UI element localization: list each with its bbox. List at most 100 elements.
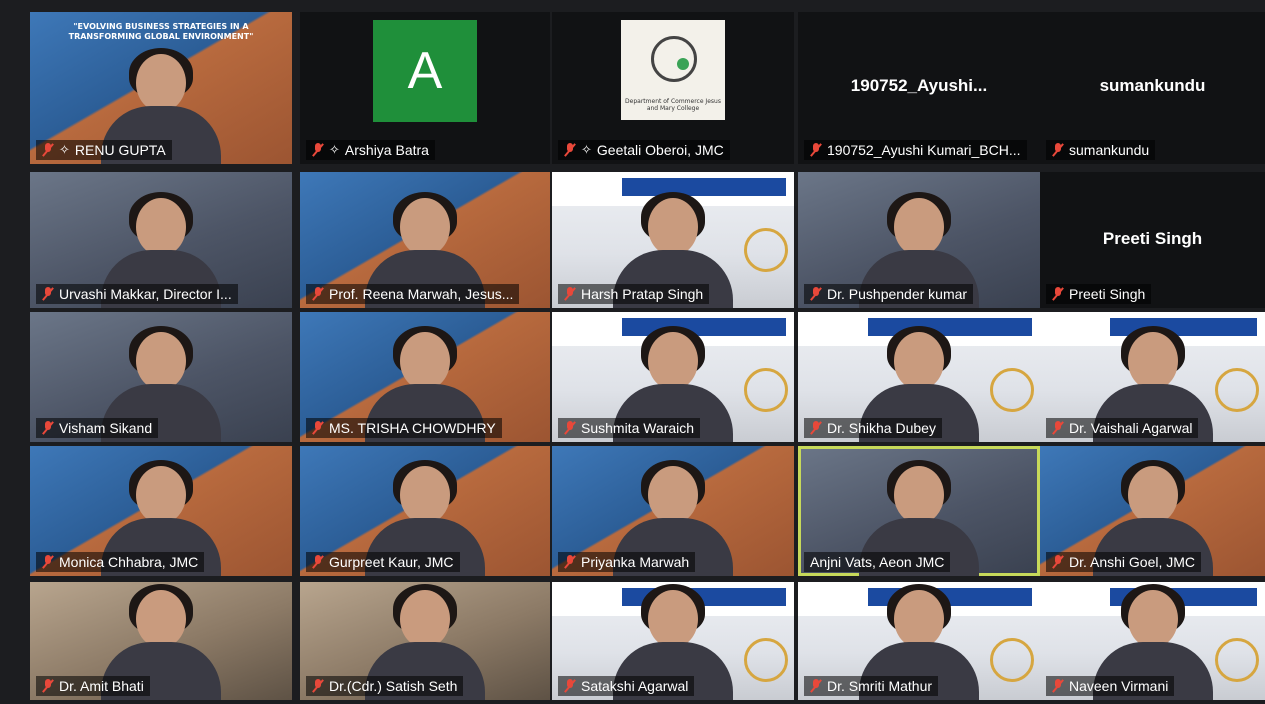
anniversary-badge (1215, 638, 1259, 682)
participant-tile[interactable]: Dr. Anshi Goel, JMC (1040, 446, 1265, 576)
participant-tile[interactable]: Sushmita Waraich (552, 312, 794, 442)
anniversary-badge (744, 368, 788, 412)
head-shape (400, 590, 450, 648)
participant-name-tag: 190752_Ayushi Kumari_BCH... (804, 140, 1027, 160)
zoom-gallery-view: "EVOLVING BUSINESS STRATEGIES IN A TRANSF… (0, 0, 1265, 704)
mic-muted-icon (312, 287, 324, 301)
head-shape (136, 466, 186, 524)
participant-name-tag: Dr.(Cdr.) Satish Seth (306, 676, 464, 696)
participant-name: Dr.(Cdr.) Satish Seth (329, 678, 458, 694)
pin-icon: ✧ (59, 142, 70, 157)
display-name: sumankundu (1099, 75, 1206, 95)
mic-muted-icon (810, 287, 822, 301)
head-shape (894, 466, 944, 524)
mic-muted-icon (312, 679, 324, 693)
anniversary-badge (744, 228, 788, 272)
participant-tile[interactable]: Dr. Vaishali Agarwal (1040, 312, 1265, 442)
mic-muted-icon (1052, 287, 1064, 301)
display-name: Preeti Singh (1102, 229, 1203, 249)
head-shape (136, 332, 186, 390)
participant-name: 190752_Ayushi Kumari_BCH... (827, 142, 1021, 158)
participant-tile[interactable]: Prof. Reena Marwah, Jesus... (300, 172, 550, 308)
participant-name: Satakshi Agarwal (581, 678, 689, 694)
participant-name-tag: Prof. Reena Marwah, Jesus... (306, 284, 520, 304)
participant-name-tag: sumankundu (1046, 140, 1156, 160)
participant-name: Monica Chhabra, JMC (59, 554, 199, 570)
participant-name: MS. TRISHA CHOWDHRY (329, 420, 496, 436)
mic-muted-icon (1052, 555, 1064, 569)
participant-name-tag: Dr. Anshi Goel, JMC (1046, 552, 1202, 572)
mic-muted-icon (312, 421, 324, 435)
participant-name: Dr. Vaishali Agarwal (1069, 420, 1193, 436)
head-shape (648, 332, 698, 390)
mic-muted-icon (564, 679, 576, 693)
participant-name-tag: ✧ Arshiya Batra (306, 140, 435, 160)
participant-tile[interactable]: Naveen Virmani (1040, 582, 1265, 700)
participant-name: Dr. Shikha Dubey (827, 420, 936, 436)
pin-icon: ✧ (329, 142, 340, 157)
anniversary-badge (1215, 368, 1259, 412)
participant-name-tag: MS. TRISHA CHOWDHRY (306, 418, 502, 438)
head-shape (400, 198, 450, 256)
mic-muted-icon (312, 143, 324, 157)
head-shape (648, 198, 698, 256)
participant-name: Harsh Pratap Singh (581, 286, 704, 302)
participant-name-tag: Dr. Shikha Dubey (804, 418, 942, 438)
banner-bar (622, 178, 786, 196)
head-shape (894, 198, 944, 256)
participant-tile[interactable]: A ✧ Arshiya Batra (300, 12, 550, 164)
participant-tile[interactable]: MS. TRISHA CHOWDHRY (300, 312, 550, 442)
conference-title: "EVOLVING BUSINESS STRATEGIES IN A TRANSF… (30, 22, 292, 42)
participant-tile[interactable]: Dr.(Cdr.) Satish Seth (300, 582, 550, 700)
participant-tile[interactable]: Gurpreet Kaur, JMC (300, 446, 550, 576)
head-shape (136, 54, 186, 112)
participant-tile[interactable]: Dr. Pushpender kumar (798, 172, 1040, 308)
participant-tile[interactable]: Harsh Pratap Singh (552, 172, 794, 308)
avatar: A (373, 20, 477, 122)
participant-tile[interactable]: Dr. Smriti Mathur (798, 582, 1040, 700)
participant-name-tag: Dr. Vaishali Agarwal (1046, 418, 1199, 438)
participant-name-tag: Monica Chhabra, JMC (36, 552, 205, 572)
participant-name: sumankundu (1069, 142, 1150, 158)
mic-muted-icon (42, 679, 54, 693)
mic-muted-icon (564, 287, 576, 301)
participant-name-tag: Sushmita Waraich (558, 418, 701, 438)
participant-name: Sushmita Waraich (581, 420, 695, 436)
head-shape (894, 590, 944, 648)
participant-name: Dr. Pushpender kumar (827, 286, 968, 302)
participant-tile[interactable]: Monica Chhabra, JMC (30, 446, 292, 576)
display-name: 190752_Ayushi... (850, 75, 988, 95)
participant-tile[interactable]: 190752_Ayushi... 190752_Ayushi Kumari_BCH… (798, 12, 1040, 164)
participant-tile[interactable]: Department of Commerce Jesus and Mary Co… (552, 12, 794, 164)
participant-tile[interactable]: Visham Sikand (30, 312, 292, 442)
participant-tile[interactable]: "EVOLVING BUSINESS STRATEGIES IN A TRANSF… (30, 12, 292, 164)
logo-ring (651, 36, 697, 82)
head-shape (136, 590, 186, 648)
mic-muted-icon (42, 421, 54, 435)
participant-tile[interactable]: Dr. Amit Bhati (30, 582, 292, 700)
participant-tile[interactable]: Preeti Singh Preeti Singh (1040, 172, 1265, 308)
head-shape (136, 198, 186, 256)
participant-name-tag: ✧ RENU GUPTA (36, 140, 172, 160)
conference-title-line1: "EVOLVING BUSINESS STRATEGIES IN A (73, 22, 249, 31)
participant-tile[interactable]: Anjni Vats, Aeon JMC (798, 446, 1040, 576)
participant-name: Urvashi Makkar, Director I... (59, 286, 232, 302)
participant-name: Arshiya Batra (344, 142, 429, 158)
mic-muted-icon (1052, 679, 1064, 693)
mic-muted-icon (564, 555, 576, 569)
mic-muted-icon (810, 143, 822, 157)
participant-tile[interactable]: Dr. Shikha Dubey (798, 312, 1040, 442)
participant-name-tag: ✧ Geetali Oberoi, JMC (558, 140, 730, 160)
participant-tile[interactable]: Urvashi Makkar, Director I... (30, 172, 292, 308)
participant-tile[interactable]: Satakshi Agarwal (552, 582, 794, 700)
participant-name: Gurpreet Kaur, JMC (329, 554, 454, 570)
anniversary-badge (744, 638, 788, 682)
participant-tile[interactable]: sumankundu sumankundu (1040, 12, 1265, 164)
participant-name: Anjni Vats, Aeon JMC (810, 554, 945, 570)
mic-muted-icon (1052, 421, 1064, 435)
anniversary-badge (990, 368, 1034, 412)
participant-name: Preeti Singh (1069, 286, 1146, 302)
participant-name: RENU GUPTA (74, 142, 166, 158)
participant-tile[interactable]: Priyanka Marwah (552, 446, 794, 576)
participant-name-tag: Satakshi Agarwal (558, 676, 695, 696)
